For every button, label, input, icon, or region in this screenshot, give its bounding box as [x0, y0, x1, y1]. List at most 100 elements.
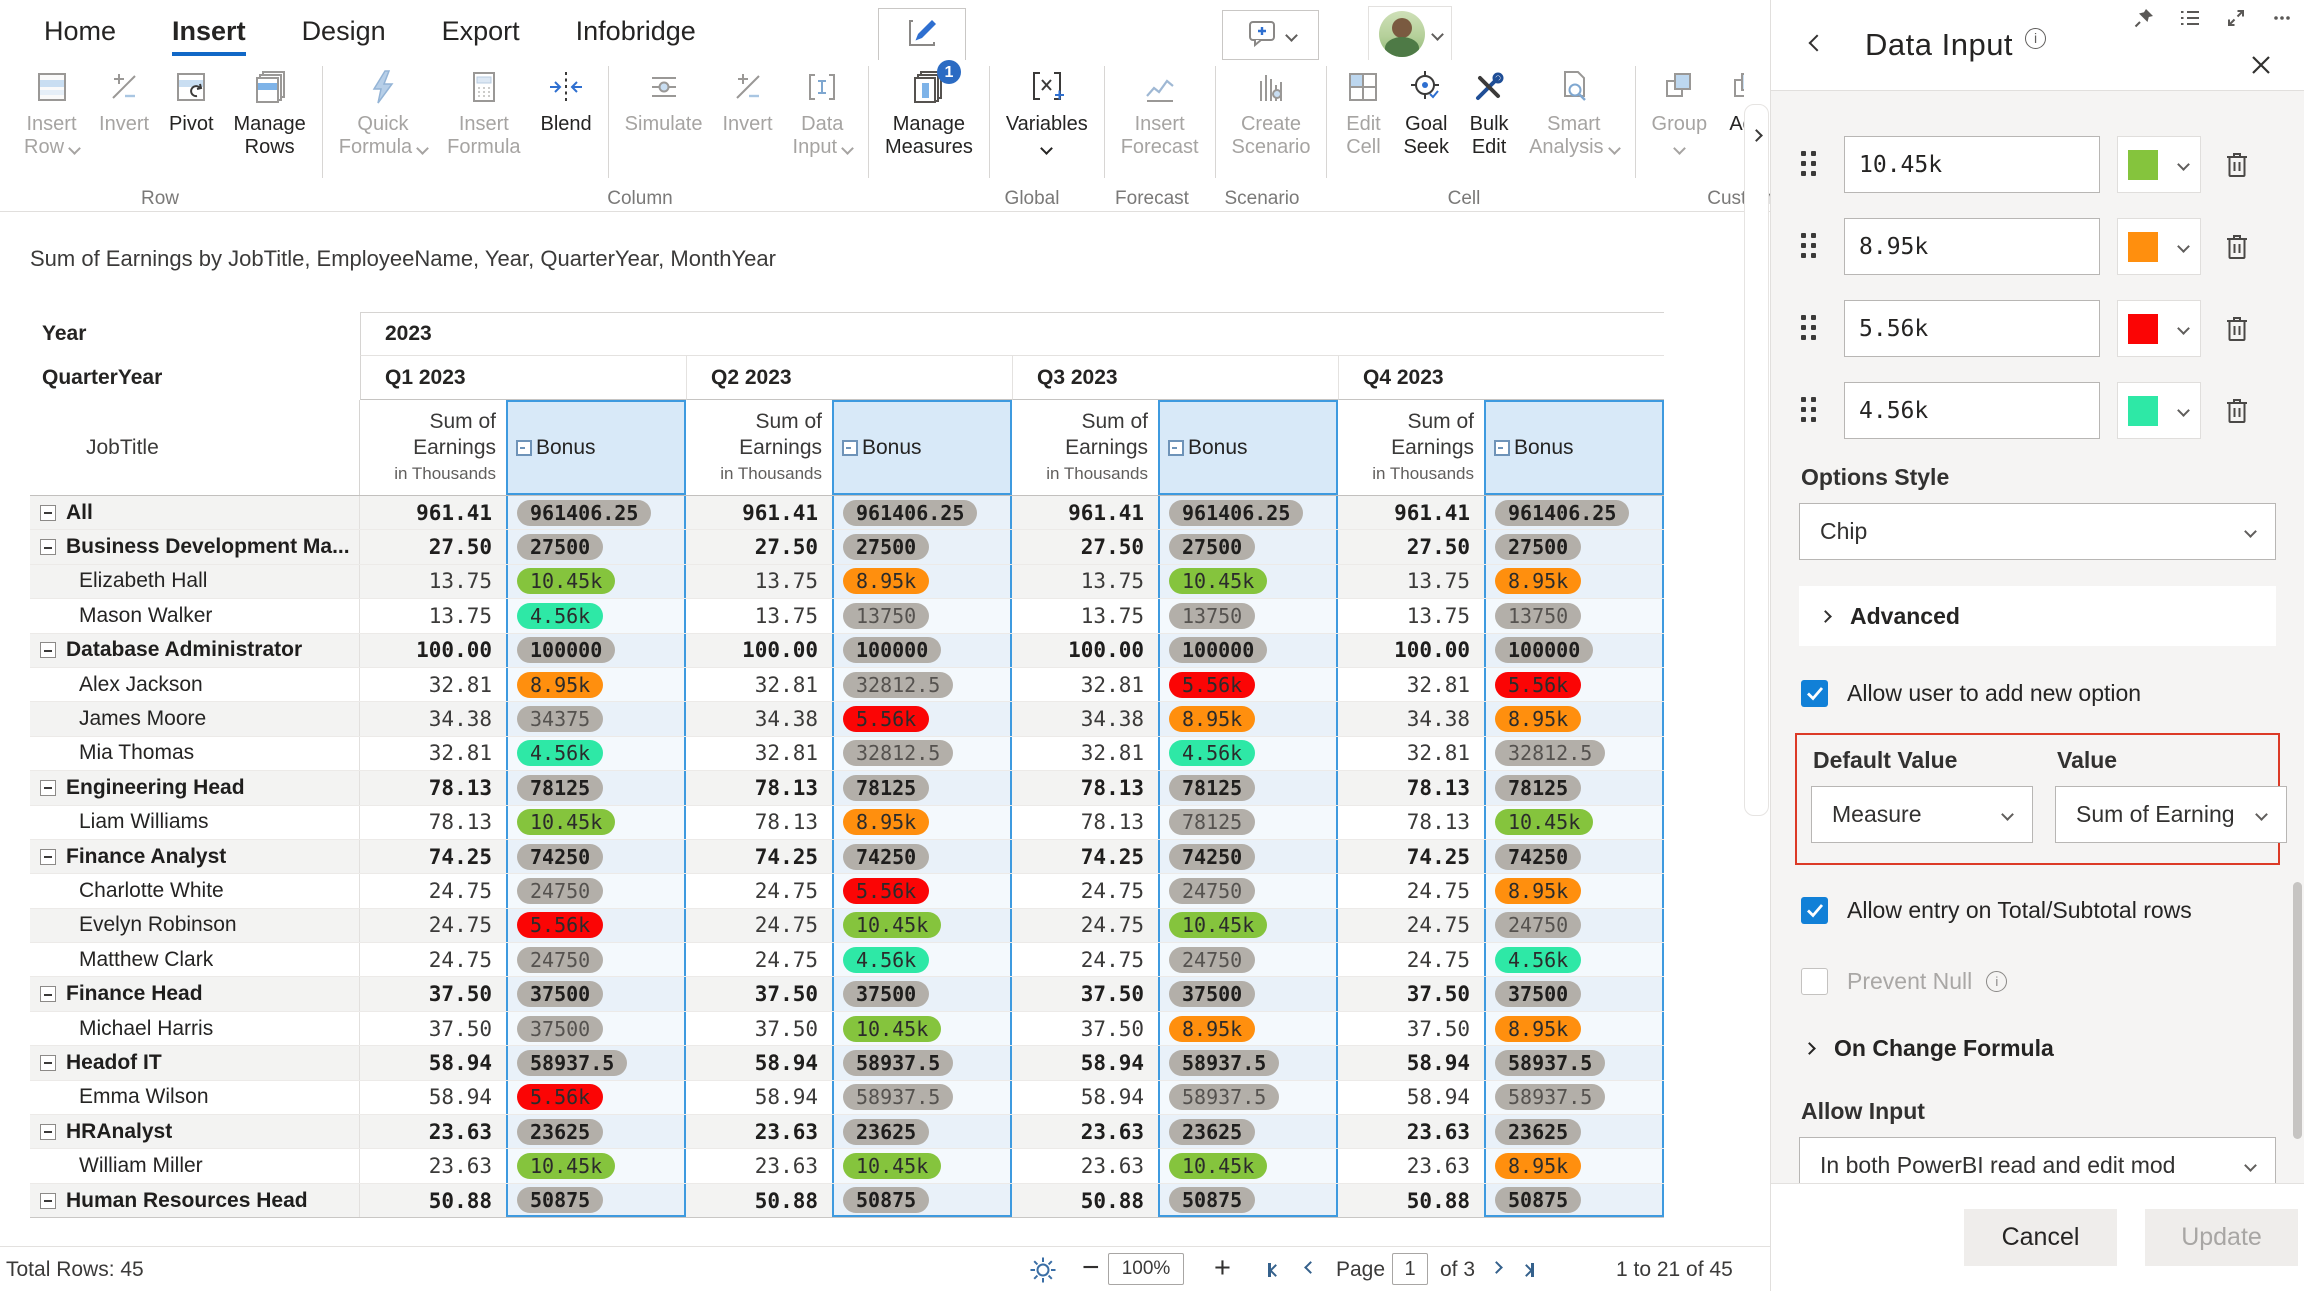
bonus-chip[interactable]: 50875 [1169, 1187, 1255, 1213]
chevron-down-icon[interactable] [1285, 29, 1298, 42]
zoom-out-button[interactable]: − [1082, 1251, 1100, 1285]
delete-option-icon[interactable] [2222, 149, 2252, 181]
advanced-expander[interactable]: Advanced [1799, 586, 2276, 646]
bonus-chip[interactable]: 58937.5 [1169, 1084, 1279, 1110]
collapse-icon[interactable] [40, 539, 56, 555]
bonus-chip[interactable]: 8.95k [1169, 1016, 1255, 1042]
bonus-chip[interactable]: 10.45k [1169, 1153, 1267, 1179]
bonus-chip[interactable]: 10.45k [843, 912, 941, 938]
year-value[interactable]: 2023 [360, 312, 1664, 356]
user-avatar-button[interactable] [1368, 6, 1452, 62]
bonus-chip[interactable]: 37500 [517, 1016, 603, 1042]
delete-option-icon[interactable] [2222, 313, 2252, 345]
bonus-chip[interactable]: 4.56k [1495, 947, 1581, 973]
collapse-icon[interactable] [40, 1193, 56, 1209]
ribbon-overflow-button[interactable] [1744, 104, 1769, 816]
bonus-chip[interactable]: 8.95k [517, 672, 603, 698]
tab-insert[interactable]: Insert [172, 16, 246, 47]
bonus-chip[interactable]: 8.95k [843, 809, 929, 835]
back-icon[interactable] [1811, 36, 1823, 54]
bonus-chip[interactable]: 74250 [1495, 844, 1581, 870]
bonus-chip[interactable]: 100000 [1169, 637, 1267, 663]
bonus-chip[interactable]: 8.95k [1169, 706, 1255, 732]
bonus-chip[interactable]: 24750 [517, 947, 603, 973]
zoom-in-button[interactable]: + [1214, 1252, 1231, 1285]
bonus-chip[interactable]: 100000 [1495, 637, 1593, 663]
collapse-icon[interactable] [40, 849, 56, 865]
bonus-chip[interactable]: 23625 [843, 1119, 929, 1145]
cancel-button[interactable]: Cancel [1964, 1209, 2117, 1266]
bonus-chip[interactable]: 4.56k [843, 947, 929, 973]
default-value-select[interactable]: Measure [1811, 786, 2033, 843]
allow-input-select[interactable]: In both PowerBI read and edit mod [1799, 1137, 2276, 1184]
prev-page-button[interactable] [1306, 1263, 1315, 1272]
bulk-edit-button[interactable]: BulkEdit [1459, 60, 1519, 159]
bonus-chip[interactable]: 8.95k [1495, 878, 1581, 904]
quarter-cell[interactable]: Q3 2023 [1012, 356, 1338, 400]
option-value-input[interactable]: 5.56k [1844, 300, 2100, 357]
bonus-chip[interactable]: 78125 [843, 775, 929, 801]
options-style-select[interactable]: Chip [1799, 503, 2276, 560]
first-page-button[interactable] [1268, 1263, 1280, 1277]
group-button[interactable]: Group [1642, 60, 1718, 159]
bonus-chip[interactable]: 8.95k [1495, 1016, 1581, 1042]
bonus-chip[interactable]: 10.45k [1495, 809, 1593, 835]
measure-header-cell[interactable]: Sum ofEarningsin Thousands [1338, 400, 1484, 495]
bonus-chip[interactable]: 37500 [517, 981, 603, 1007]
more-icon[interactable] [2272, 8, 2292, 33]
bonus-chip[interactable]: 4.56k [517, 740, 603, 766]
pin-icon[interactable] [2134, 8, 2154, 33]
close-icon[interactable] [2248, 52, 2274, 83]
bonus-chip[interactable]: 8.95k [843, 568, 929, 594]
bonus-header-cell[interactable]: Bonus [1484, 400, 1664, 495]
bonus-chip[interactable]: 10.45k [517, 809, 615, 835]
page-input[interactable]: 1 [1392, 1253, 1428, 1285]
delete-option-icon[interactable] [2222, 395, 2252, 427]
collapse-icon[interactable] [40, 986, 56, 1002]
bonus-chip[interactable]: 5.56k [1169, 672, 1255, 698]
quarter-cell[interactable]: Q1 2023 [360, 356, 686, 400]
quarter-cell[interactable]: Q4 2023 [1338, 356, 1664, 400]
quick-formula-button[interactable]: QuickFormula [329, 60, 437, 159]
collapse-icon[interactable] [40, 780, 56, 796]
settings-gear-icon[interactable] [1028, 1255, 1058, 1291]
bonus-chip[interactable]: 23625 [517, 1119, 603, 1145]
bonus-chip[interactable]: 27500 [1169, 534, 1255, 560]
bonus-chip[interactable]: 8.95k [1495, 1153, 1581, 1179]
bonus-chip[interactable]: 78125 [1169, 809, 1255, 835]
bonus-chip[interactable]: 50875 [843, 1187, 929, 1213]
bonus-chip[interactable]: 78125 [517, 775, 603, 801]
color-swatch-select[interactable] [2117, 382, 2201, 439]
bonus-chip[interactable]: 24750 [1169, 947, 1255, 973]
bonus-chip[interactable]: 58937.5 [1495, 1084, 1605, 1110]
drag-handle-icon[interactable] [1801, 151, 1818, 178]
measure-header-cell[interactable]: Sum ofEarningsin Thousands [360, 400, 506, 495]
panel-scrollbar[interactable] [2293, 882, 2302, 1139]
option-value-input[interactable]: 4.56k [1844, 382, 2100, 439]
color-swatch-select[interactable] [2117, 218, 2201, 275]
variables-button[interactable]: Variables [996, 60, 1098, 159]
agg-button[interactable]: Agg [1717, 60, 1744, 136]
bonus-chip[interactable]: 10.45k [843, 1153, 941, 1179]
tab-home[interactable]: Home [44, 16, 116, 47]
bonus-chip[interactable]: 37500 [1495, 981, 1581, 1007]
bonus-chip[interactable]: 10.45k [517, 1153, 615, 1179]
bonus-chip[interactable]: 8.95k [1495, 706, 1581, 732]
smart-analysis-button[interactable]: SmartAnalysis [1519, 60, 1628, 159]
chevron-down-icon[interactable] [1431, 28, 1444, 41]
manage-rows-button[interactable]: ManageRows [224, 60, 316, 159]
last-page-button[interactable] [1522, 1263, 1534, 1277]
add-comment-button[interactable] [1222, 10, 1319, 60]
bonus-chip[interactable]: 961406.25 [1169, 500, 1303, 526]
bonus-chip[interactable]: 13750 [843, 603, 929, 629]
bonus-header-cell[interactable]: Bonus [506, 400, 686, 495]
bonus-header-cell[interactable]: Bonus [1158, 400, 1338, 495]
bonus-chip[interactable]: 50875 [517, 1187, 603, 1213]
bonus-chip[interactable]: 58937.5 [1169, 1050, 1279, 1076]
bonus-chip[interactable]: 961406.25 [843, 500, 977, 526]
bonus-chip[interactable]: 23625 [1495, 1119, 1581, 1145]
prevent-null-checkbox[interactable] [1801, 968, 1828, 995]
tab-design[interactable]: Design [302, 16, 386, 47]
bonus-chip[interactable]: 74250 [843, 844, 929, 870]
goal-seek-button[interactable]: GoalSeek [1393, 60, 1459, 159]
